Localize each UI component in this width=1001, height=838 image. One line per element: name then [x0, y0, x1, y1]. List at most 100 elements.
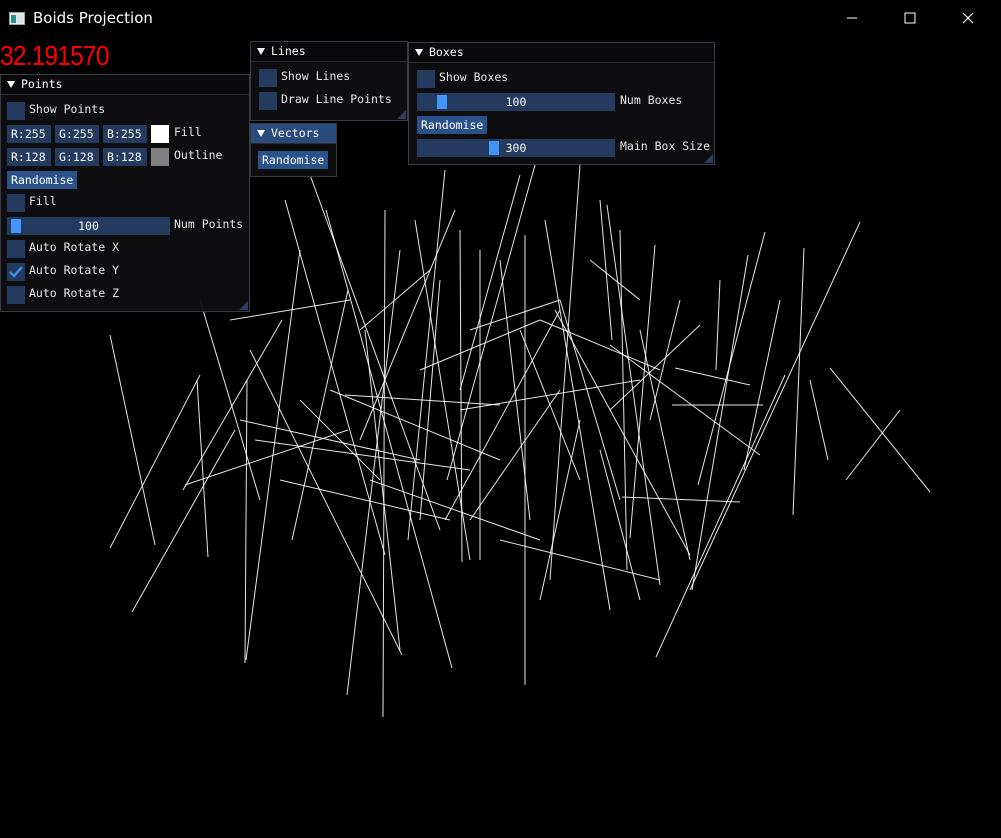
draw-line-points-label: Draw Line Points: [281, 92, 392, 106]
num-boxes-value: 100: [505, 95, 527, 109]
boxes-panel-header[interactable]: Boxes: [409, 43, 714, 63]
minimize-icon: [847, 17, 857, 19]
fill-r-field[interactable]: R:255: [7, 125, 51, 143]
boid-line-segment: [244, 379, 248, 664]
main-box-size-label: Main Box Size: [620, 139, 711, 153]
points-panel-header[interactable]: Points: [1, 75, 249, 95]
main-box-size-slider[interactable]: 300: [417, 139, 615, 157]
num-points-label: Num Points: [174, 217, 244, 231]
checkmark-icon: [9, 266, 23, 278]
fill-checkbox-label: Fill: [29, 194, 57, 208]
show-boxes-checkbox[interactable]: [417, 70, 435, 88]
boid-line-segment: [359, 269, 431, 331]
boid-line-segment: [279, 479, 451, 521]
resize-grip-icon[interactable]: [704, 154, 713, 163]
boid-line-segment: [544, 219, 611, 611]
boid-line-segment: [589, 259, 641, 301]
auto-rotate-x-checkbox[interactable]: [7, 240, 25, 258]
num-boxes-label: Num Boxes: [620, 93, 683, 107]
close-button[interactable]: [945, 0, 991, 36]
boid-line-segment: [792, 247, 805, 516]
boid-line-segment: [299, 399, 381, 481]
vectors-panel-title: Vectors: [271, 126, 320, 140]
fill-color-label: Fill: [174, 125, 202, 139]
points-panel-title: Points: [21, 77, 63, 91]
boid-line-segment: [109, 374, 201, 549]
outline-r-field[interactable]: R:128: [7, 148, 51, 166]
auto-rotate-y-checkbox[interactable]: [7, 263, 25, 281]
boid-line-segment: [549, 164, 581, 581]
show-lines-label: Show Lines: [281, 69, 351, 83]
boid-line-segment: [674, 367, 751, 386]
show-points-label: Show Points: [29, 102, 106, 116]
auto-rotate-y-label: Auto Rotate Y: [29, 263, 120, 277]
boid-line-segment: [239, 419, 421, 461]
boid-line-segment: [829, 367, 931, 493]
resize-grip-icon[interactable]: [397, 110, 406, 119]
boxes-panel-title: Boxes: [429, 45, 464, 59]
boid-line-segment: [649, 299, 681, 421]
collapse-triangle-icon: [415, 49, 423, 56]
boid-line-segment: [629, 244, 656, 539]
boid-line-segment: [606, 204, 661, 586]
resize-grip-icon[interactable]: [239, 301, 248, 310]
collapse-triangle-icon: [7, 81, 15, 88]
fill-b-field[interactable]: B:255: [103, 125, 147, 143]
boid-line-segment: [359, 209, 456, 441]
collapse-triangle-icon: [257, 130, 265, 137]
show-lines-checkbox[interactable]: [259, 69, 277, 87]
boid-line-segment: [254, 439, 471, 471]
boid-line-segment: [369, 479, 541, 541]
boid-line-segment: [364, 329, 401, 651]
fill-color-swatch[interactable]: [151, 125, 169, 143]
boid-line-segment: [382, 209, 386, 718]
num-boxes-slider[interactable]: 100: [417, 93, 615, 111]
boid-line-segment: [697, 231, 766, 486]
outline-b-field[interactable]: B:128: [103, 148, 147, 166]
boid-line-segment: [609, 344, 761, 456]
boid-line-segment: [519, 329, 581, 481]
lines-panel[interactable]: Lines Show Lines Draw Line Points: [250, 41, 408, 121]
boid-line-segment: [599, 449, 641, 601]
auto-rotate-z-checkbox[interactable]: [7, 286, 25, 304]
boid-line-segment: [621, 496, 741, 503]
points-randomise-button[interactable]: Randomise: [7, 171, 78, 189]
points-panel[interactable]: Points Show Points R:255 G:255 B:255 Fil…: [0, 74, 250, 312]
draw-line-points-checkbox[interactable]: [259, 92, 277, 110]
title-bar[interactable]: Boids Projection: [0, 0, 1001, 36]
show-boxes-label: Show Boxes: [439, 70, 509, 84]
auto-rotate-x-label: Auto Rotate X: [29, 240, 120, 254]
fill-g-field[interactable]: G:255: [55, 125, 99, 143]
num-points-slider[interactable]: 100: [7, 217, 170, 235]
boid-line-segment: [469, 389, 561, 521]
vectors-panel-header[interactable]: Vectors: [251, 124, 336, 144]
num-points-value: 100: [78, 219, 99, 233]
boid-line-segment: [249, 349, 403, 656]
lines-panel-header[interactable]: Lines: [251, 42, 407, 62]
show-points-checkbox[interactable]: [7, 102, 25, 120]
app-window-icon: [9, 10, 25, 25]
boid-line-segment: [689, 221, 861, 591]
outline-g-field[interactable]: G:128: [55, 148, 99, 166]
fill-checkbox[interactable]: [7, 194, 25, 212]
boid-line-segment: [109, 334, 156, 546]
boid-line-segment: [539, 319, 661, 371]
boid-line-segment: [499, 539, 661, 581]
outline-color-swatch[interactable]: [151, 148, 169, 166]
boid-line-segment: [182, 319, 283, 491]
boid-line-segment: [715, 279, 721, 371]
main-box-size-value: 300: [505, 141, 527, 155]
outline-color-label: Outline: [174, 148, 223, 162]
lines-panel-title: Lines: [271, 44, 306, 58]
boid-line-segment: [131, 429, 236, 613]
maximize-icon: [904, 12, 916, 24]
boid-line-segment: [291, 289, 349, 541]
vectors-randomise-button[interactable]: Randomise: [258, 151, 329, 169]
fps-counter: 32.191570: [0, 40, 109, 71]
vectors-panel[interactable]: Vectors Randomise: [250, 123, 337, 177]
boxes-randomise-button[interactable]: Randomise: [417, 116, 488, 134]
boid-line-segment: [309, 174, 441, 531]
minimize-button[interactable]: [829, 0, 875, 36]
boxes-panel[interactable]: Boxes Show Boxes 100 Num Boxes Randomise…: [408, 42, 715, 165]
maximize-button[interactable]: [887, 0, 933, 36]
